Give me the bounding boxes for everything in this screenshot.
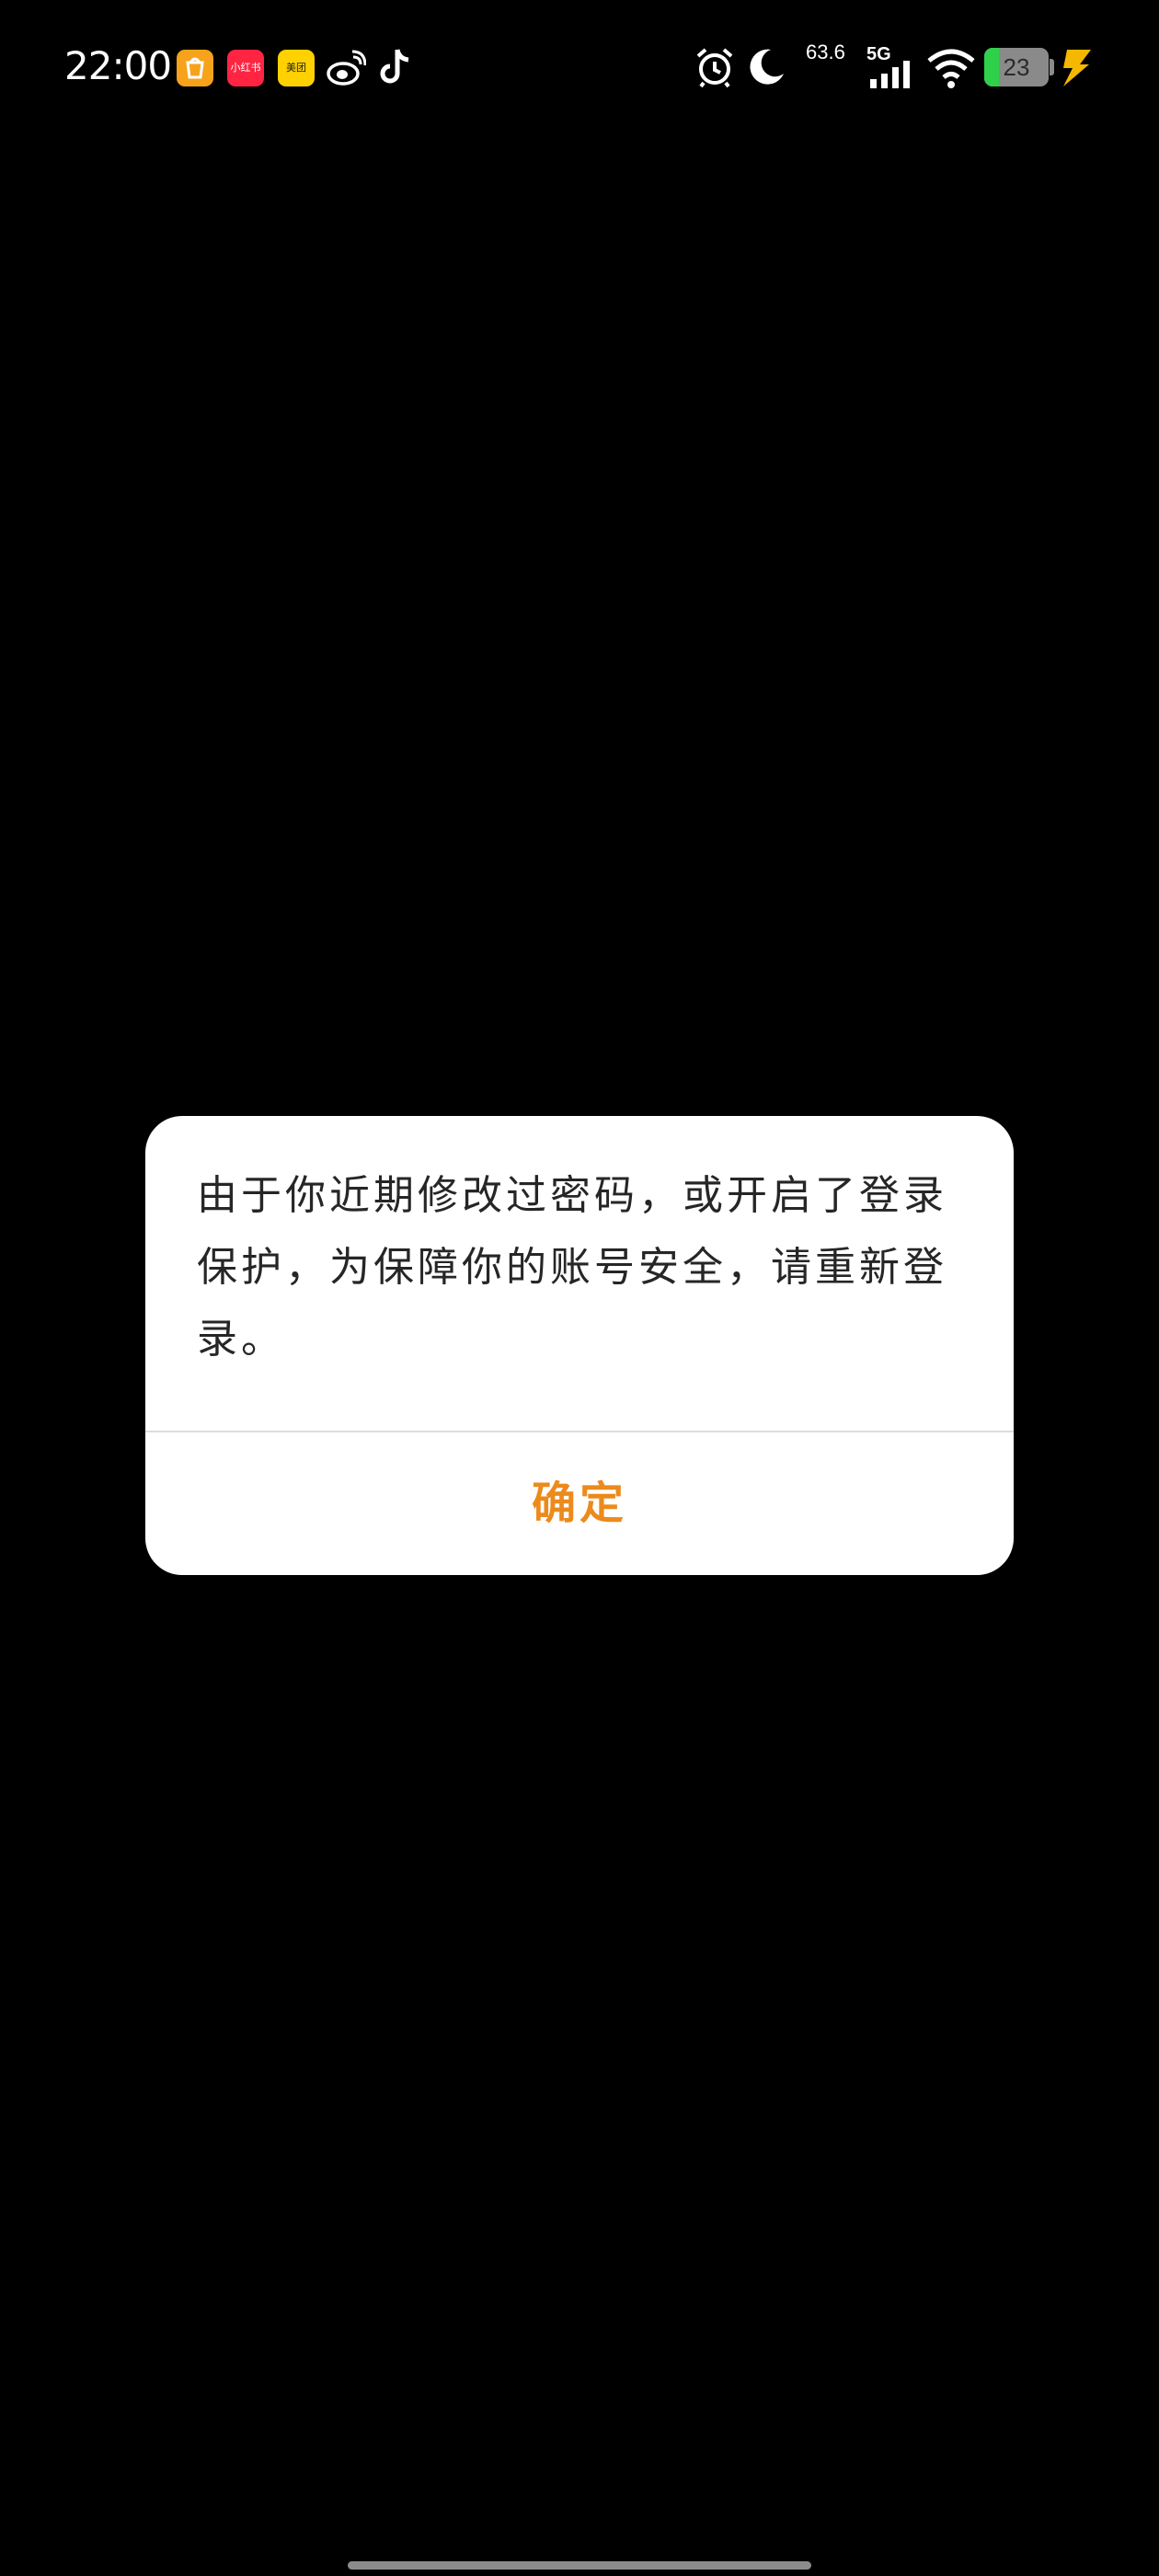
battery-indicator: 23 [984, 48, 1049, 86]
alarm-clock-icon [696, 48, 733, 88]
xiaohongshu-icon: 小红书 [227, 50, 264, 86]
relogin-dialog: 由于你近期修改过密码，或开启了登录保护，为保障你的账号安全，请重新登录。 确定 [145, 1116, 1014, 1575]
status-time: 22:00 [64, 43, 172, 88]
network-speed: 63.6 [806, 40, 845, 63]
meituan-icon: 美团 [278, 50, 315, 86]
lightning-icon [1063, 50, 1091, 86]
meituan-label: 美团 [286, 62, 306, 74]
weibo-icon [327, 50, 366, 86]
dialog-message: 由于你近期修改过密码，或开启了登录保护，为保障你的账号安全，请重新登录。 [197, 1172, 947, 1363]
signal-strength-icon [870, 61, 910, 88]
moon-icon [750, 49, 784, 85]
screen: 22:00 小红书 美团 63.6 5G 23 由于你近期修改过密码，或开启了登… [0, 0, 1159, 2576]
tiktok-icon [380, 49, 409, 84]
wifi-icon [927, 49, 975, 88]
confirm-button[interactable]: 确定 [145, 1432, 1014, 1575]
xiaohongshu-label: 小红书 [230, 62, 261, 74]
battery-level: 23 [1003, 53, 1030, 81]
battery-tip [1050, 59, 1054, 75]
status-bar: 22:00 小红书 美团 63.6 5G 23 [0, 0, 1159, 138]
taobao-shopping-icon [177, 50, 213, 86]
home-indicator[interactable] [348, 2561, 811, 2570]
